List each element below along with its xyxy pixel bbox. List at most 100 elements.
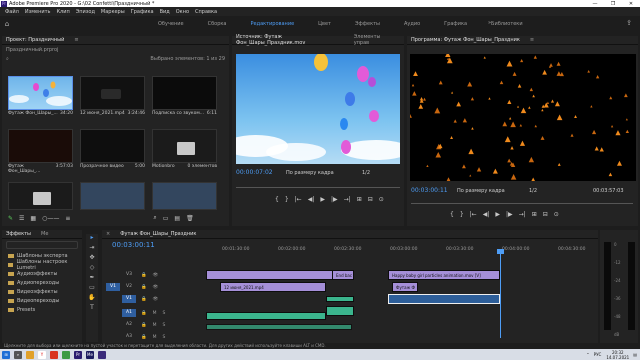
bin-thumbnail[interactable] xyxy=(80,129,145,163)
mark-in-button[interactable]: { xyxy=(275,196,279,203)
bin-item[interactable]: 12 июня_2021.mp4 3:24:46 xyxy=(80,76,145,118)
play-button[interactable]: ▶ xyxy=(320,196,325,203)
source-resolution-dropdown[interactable]: 1/2 xyxy=(362,170,370,176)
effects-folder[interactable]: Видеоэффекты xyxy=(2,287,82,296)
menu-file[interactable]: Файл xyxy=(5,9,19,15)
track-label[interactable]: A1 xyxy=(122,309,136,317)
bin-thumbnail[interactable] xyxy=(8,182,73,210)
tab-media-browser[interactable]: Ме xyxy=(41,231,48,237)
icon-view-icon[interactable]: ▦ xyxy=(30,215,36,222)
bin-item[interactable] xyxy=(152,182,217,210)
track-target[interactable] xyxy=(106,309,120,317)
go-to-in-button[interactable]: |← xyxy=(295,196,302,203)
track-label[interactable]: V1 xyxy=(122,295,136,303)
playhead[interactable] xyxy=(497,249,504,338)
app-icon[interactable] xyxy=(98,350,106,359)
mark-in-button[interactable]: { xyxy=(450,211,454,218)
track-target[interactable] xyxy=(106,295,120,303)
workspace-tab-learning[interactable]: Обучение xyxy=(146,21,196,27)
track-target[interactable] xyxy=(106,271,120,279)
mute-button[interactable]: M xyxy=(153,323,157,328)
step-back-button[interactable]: ◀| xyxy=(483,211,490,218)
bin-thumbnail[interactable] xyxy=(80,182,145,210)
menu-graphics[interactable]: Графика xyxy=(131,9,154,15)
tab-program[interactable]: Программа: Футаж Фон_Шары_Праздник xyxy=(411,37,520,43)
track-label[interactable]: A2 xyxy=(122,321,136,329)
tab-effect-controls[interactable]: Элементы управ xyxy=(354,34,394,46)
go-to-out-button[interactable]: →| xyxy=(519,211,526,218)
lock-icon[interactable]: 🔒 xyxy=(141,335,147,340)
panel-menu-icon[interactable]: ≡ xyxy=(74,37,78,43)
app-icon[interactable] xyxy=(62,350,70,359)
effects-folder[interactable]: Presets xyxy=(2,305,82,314)
step-forward-button[interactable]: |▶ xyxy=(331,196,338,203)
track-label[interactable]: V2 xyxy=(122,283,136,291)
effects-search-input[interactable] xyxy=(6,241,78,249)
lock-icon[interactable]: 🔒 xyxy=(141,285,147,290)
search-icon[interactable]: ⌕ xyxy=(153,214,156,222)
workspace-more-button[interactable]: » xyxy=(488,20,491,26)
timeline-clip[interactable]: End bac xyxy=(332,270,354,280)
solo-button[interactable]: S xyxy=(163,335,166,340)
keyboard-language[interactable]: РУС xyxy=(594,352,602,357)
file-explorer-icon[interactable] xyxy=(26,350,34,359)
play-button[interactable]: ▶ xyxy=(495,211,500,218)
go-to-in-button[interactable]: |← xyxy=(470,211,477,218)
hand-tool-icon[interactable]: ✋ xyxy=(88,294,95,304)
start-button-icon[interactable]: ⊞ xyxy=(2,350,10,359)
bin-thumbnail[interactable] xyxy=(152,76,217,110)
timeline-clip[interactable] xyxy=(326,306,354,316)
timeline-ruler[interactable]: 00:01:30:00 00:02:00:00 00:02:30:00 00:0… xyxy=(206,245,596,257)
workspace-tab-assembly[interactable]: Сборка xyxy=(196,21,239,27)
program-scrub-bar[interactable] xyxy=(411,203,633,204)
timeline-clip[interactable] xyxy=(206,312,326,320)
timeline-clip[interactable]: Happy baby girl particles animation.mov … xyxy=(388,270,500,280)
menu-sequence[interactable]: Эпизод xyxy=(76,9,95,15)
bin-item[interactable]: Подписка со звуком... 6:11 xyxy=(152,76,217,118)
source-video-frame[interactable] xyxy=(236,54,400,164)
selection-tool-icon[interactable]: ▸ xyxy=(90,234,93,244)
bin-item[interactable] xyxy=(8,182,73,210)
new-item-icon[interactable]: ▤ xyxy=(174,215,180,222)
timeline-clip-selected[interactable] xyxy=(388,294,500,304)
source-fit-dropdown[interactable]: По размеру кадра xyxy=(286,170,334,176)
playhead-handle[interactable] xyxy=(497,249,504,254)
timeline-clip[interactable] xyxy=(206,324,352,330)
source-timecode[interactable]: 00:00:07:02 xyxy=(236,169,273,176)
media-encoder-icon[interactable]: Me xyxy=(86,350,94,359)
premiere-taskbar-icon[interactable]: Pr xyxy=(74,350,82,359)
track-target[interactable]: V1 xyxy=(106,283,120,291)
tab-source[interactable]: Источник: Футаж Фон_Шары_Праздник.mov xyxy=(236,34,344,46)
timeline-clip[interactable]: 12 июня_2021.mp4 xyxy=(220,282,326,292)
tab-sequence[interactable]: Футаж Фон_Шары_Праздник xyxy=(120,231,196,237)
pencil-icon[interactable]: ✎ xyxy=(8,215,13,222)
bin-thumbnail[interactable] xyxy=(80,76,145,110)
eye-icon[interactable]: 👁 xyxy=(153,285,159,290)
lock-icon[interactable]: 🔒 xyxy=(141,297,147,302)
program-fit-dropdown[interactable]: По размеру кадра xyxy=(457,188,505,194)
notifications-icon[interactable]: ▤ xyxy=(633,352,637,357)
yandex-browser-icon[interactable]: Y xyxy=(38,350,46,359)
mute-button[interactable]: M xyxy=(153,311,157,316)
track-target[interactable] xyxy=(106,321,120,329)
effects-folder[interactable]: Шаблоны настроек Lumetri xyxy=(2,259,82,271)
tab-project[interactable]: Проект: Праздничный xyxy=(6,37,64,43)
tab-effects[interactable]: Эффекты xyxy=(6,231,31,237)
solo-button[interactable]: S xyxy=(163,323,166,328)
source-scrub-bar[interactable] xyxy=(236,187,400,188)
bin-item[interactable]: Motionbro 0 элементов xyxy=(152,129,217,171)
eye-icon[interactable]: 👁 xyxy=(153,273,159,278)
track-label[interactable]: V3 xyxy=(122,271,136,279)
track-label[interactable]: A3 xyxy=(122,333,136,341)
app-icon[interactable] xyxy=(50,350,58,359)
mute-button[interactable]: M xyxy=(153,335,157,340)
export-frame-button[interactable]: ⊙ xyxy=(554,211,559,218)
overwrite-button[interactable]: ⊟ xyxy=(368,196,373,203)
effects-folder[interactable]: Аудиопереходы xyxy=(2,278,82,287)
timeline-clip[interactable]: Футаж Ф xyxy=(392,282,418,292)
timeline-timecode[interactable]: 00:03:00:11 xyxy=(112,241,155,249)
rectangle-tool-icon[interactable]: ▭ xyxy=(89,284,95,294)
type-tool-icon[interactable]: T xyxy=(90,304,94,314)
workspace-tab-effects[interactable]: Эффекты xyxy=(343,21,392,27)
menu-window[interactable]: Окно xyxy=(176,9,189,15)
